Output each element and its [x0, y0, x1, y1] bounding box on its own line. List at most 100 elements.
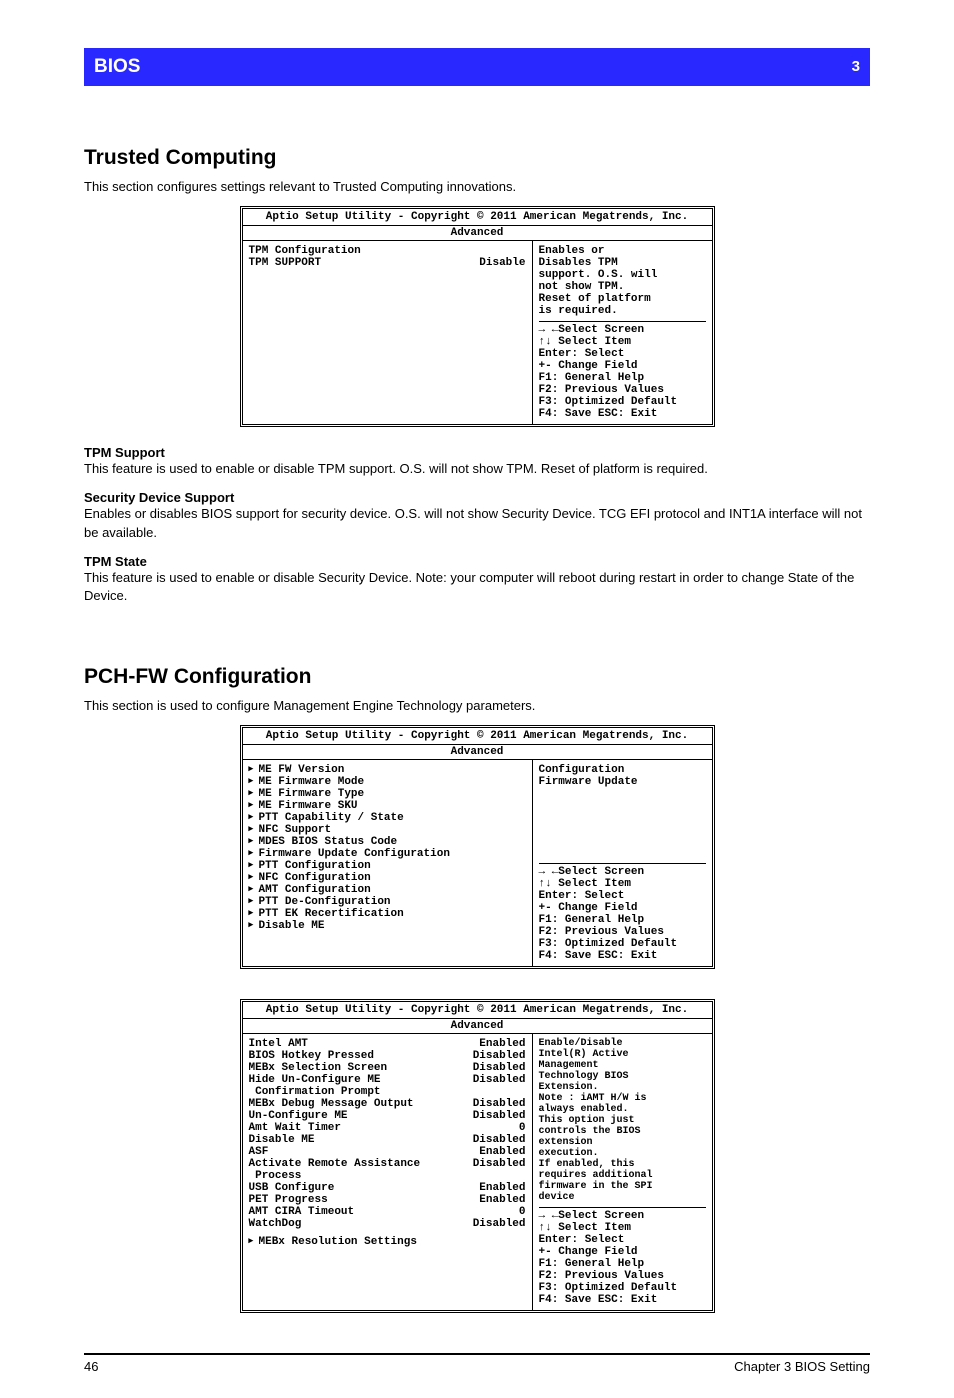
help-line: F4: Save ESC: Exit — [539, 1294, 706, 1306]
bios-row[interactable]: MEBx Resolution Settings — [249, 1236, 526, 1248]
bios-row-label: Disable ME — [249, 1134, 473, 1146]
header-title: BIOS — [94, 56, 140, 78]
bios-row[interactable]: Hide Un-Configure MEDisabled — [249, 1074, 526, 1086]
bios-row-value: 0 — [519, 1122, 526, 1134]
bios-row[interactable]: ME Firmware SKU — [249, 800, 526, 812]
bios-row-label: Un-Configure ME — [249, 1110, 473, 1122]
bios-row[interactable]: Disable MEDisabled — [249, 1134, 526, 1146]
bios-row[interactable]: ASFEnabled — [249, 1146, 526, 1158]
bios-row-label: BIOS Hotkey Pressed — [249, 1050, 473, 1062]
help-line: Enter: Select — [539, 1234, 706, 1246]
bios-row-label: MEBx Debug Message Output — [249, 1098, 473, 1110]
bios-row-label: Firmware Update Configuration — [259, 848, 526, 860]
bios-row[interactable]: Disable ME — [249, 920, 526, 932]
bios-row[interactable]: Amt Wait Timer0 — [249, 1122, 526, 1134]
bios-panel-trusted: Aptio Setup Utility - Copyright © 2011 A… — [240, 206, 715, 427]
bios-row-label: Process — [249, 1170, 526, 1182]
help-line: ↑↓ Select Item — [539, 336, 706, 348]
bios-row[interactable]: Firmware Update Configuration — [249, 848, 526, 860]
bios-row-label: TPM SUPPORT — [249, 257, 480, 269]
bios-help-top: Enables or Disables TPM support. O.S. wi… — [539, 245, 706, 317]
bios-row-label: PET Progress — [249, 1194, 480, 1206]
bios-help-top: Configuration Firmware Update — [539, 764, 706, 859]
bios-row-label: AMT CIRA Timeout — [249, 1206, 519, 1218]
help-line: ↑↓ Select Item — [539, 1222, 706, 1234]
help-line: F2: Previous Values — [539, 926, 706, 938]
bios-row-label: Confirmation Prompt — [249, 1086, 526, 1098]
bios-left: TPM Configuration TPM SUPPORT Disable — [243, 241, 532, 424]
bios-row[interactable]: ME FW Version — [249, 764, 526, 776]
help-line: ↑↓ Select Item — [539, 878, 706, 890]
header-bar: BIOS — [84, 48, 870, 86]
bios-row[interactable]: NFC Support — [249, 824, 526, 836]
bios-row[interactable]: PTT De-Configuration — [249, 896, 526, 908]
bios-row[interactable]: Activate Remote AssistanceDisabled — [249, 1158, 526, 1170]
bios-row[interactable]: TPM SUPPORT Disable — [249, 257, 526, 269]
bios-row-label: ME Firmware Type — [259, 788, 526, 800]
help-line: Enter: Select — [539, 348, 706, 360]
bios-row[interactable]: NFC Configuration — [249, 872, 526, 884]
bios-row-label: TPM Configuration — [249, 245, 526, 257]
field-label: TPM State — [84, 554, 870, 569]
bios-row-value: Disabled — [473, 1050, 526, 1062]
bios-right: Configuration Firmware Update → ←Select … — [532, 760, 712, 966]
bios-help-top: Enable/Disable Intel(R) Active Managemen… — [539, 1038, 706, 1203]
bios-row-label: ME FW Version — [259, 764, 526, 776]
bios-row[interactable]: PTT Configuration — [249, 860, 526, 872]
bios-row[interactable]: AMT CIRA Timeout0 — [249, 1206, 526, 1218]
bios-row[interactable]: Intel AMTEnabled — [249, 1038, 526, 1050]
bios-row-label: WatchDog — [249, 1218, 473, 1230]
section-intro-pchfw: This section is used to configure Manage… — [84, 697, 870, 715]
bios-row: Process — [249, 1170, 526, 1182]
bios-row[interactable]: PTT EK Recertification — [249, 908, 526, 920]
bios-row[interactable]: WatchDogDisabled — [249, 1218, 526, 1230]
help-divider — [539, 1207, 706, 1208]
bios-row-label: Hide Un-Configure ME — [249, 1074, 473, 1086]
bios-tabbar: Advanced — [243, 745, 712, 760]
bios-row[interactable]: MEBx Debug Message OutputDisabled — [249, 1098, 526, 1110]
bios-row-value: Enabled — [479, 1194, 525, 1206]
bios-row[interactable]: MEBx Selection ScreenDisabled — [249, 1062, 526, 1074]
bios-row-label: ME Firmware SKU — [259, 800, 526, 812]
bios-row[interactable]: Un-Configure MEDisabled — [249, 1110, 526, 1122]
bios-row-label: PTT Capability / State — [259, 812, 526, 824]
bios-row[interactable]: TPM Configuration — [249, 245, 526, 257]
bios-row[interactable]: ME Firmware Type — [249, 788, 526, 800]
help-line: → ←Select Screen — [539, 1210, 706, 1222]
bios-row[interactable]: USB ConfigureEnabled — [249, 1182, 526, 1194]
bios-body: Intel AMTEnabled BIOS Hotkey PressedDisa… — [243, 1034, 712, 1310]
bios-row-value: Enabled — [479, 1182, 525, 1194]
help-line: F3: Optimized Default — [539, 396, 706, 408]
bios-row-value: Enabled — [479, 1146, 525, 1158]
bios-row[interactable]: ME Firmware Mode — [249, 776, 526, 788]
bios-row[interactable]: PET ProgressEnabled — [249, 1194, 526, 1206]
field-desc: This feature is used to enable or disabl… — [84, 569, 870, 605]
bios-row-value: Disabled — [473, 1110, 526, 1122]
bios-row[interactable]: BIOS Hotkey PressedDisabled — [249, 1050, 526, 1062]
bios-left: ME FW Version ME Firmware Mode ME Firmwa… — [243, 760, 532, 966]
bios-row[interactable]: PTT Capability / State — [249, 812, 526, 824]
field-label: Security Device Support — [84, 490, 870, 505]
section-title-pchfw: PCH-FW Configuration — [84, 665, 870, 689]
bios-row-label: Disable ME — [259, 920, 526, 932]
help-line: → ←Select Screen — [539, 866, 706, 878]
bios-row-label: MDES BIOS Status Code — [259, 836, 526, 848]
section-intro-trusted: This section configures settings relevan… — [84, 178, 870, 196]
bios-header: Aptio Setup Utility - Copyright © 2011 A… — [243, 1002, 712, 1019]
bios-row-label: MEBx Resolution Settings — [259, 1236, 526, 1248]
help-line: → ←Select Screen — [539, 324, 706, 336]
help-line: +- Change Field — [539, 1246, 706, 1258]
bios-row[interactable]: AMT Configuration — [249, 884, 526, 896]
bios-tabbar: Advanced — [243, 226, 712, 241]
bios-row-label: Amt Wait Timer — [249, 1122, 519, 1134]
bios-row-value: Disable — [479, 257, 525, 269]
bios-body: ME FW Version ME Firmware Mode ME Firmwa… — [243, 760, 712, 966]
bios-row-label: NFC Configuration — [259, 872, 526, 884]
bios-header: Aptio Setup Utility - Copyright © 2011 A… — [243, 209, 712, 226]
bios-row-label: ME Firmware Mode — [259, 776, 526, 788]
bios-row[interactable]: MDES BIOS Status Code — [249, 836, 526, 848]
bios-row-label: NFC Support — [259, 824, 526, 836]
bios-row-value: Disabled — [473, 1134, 526, 1146]
bios-tabbar: Advanced — [243, 1019, 712, 1034]
bios-row-label: Intel AMT — [249, 1038, 480, 1050]
